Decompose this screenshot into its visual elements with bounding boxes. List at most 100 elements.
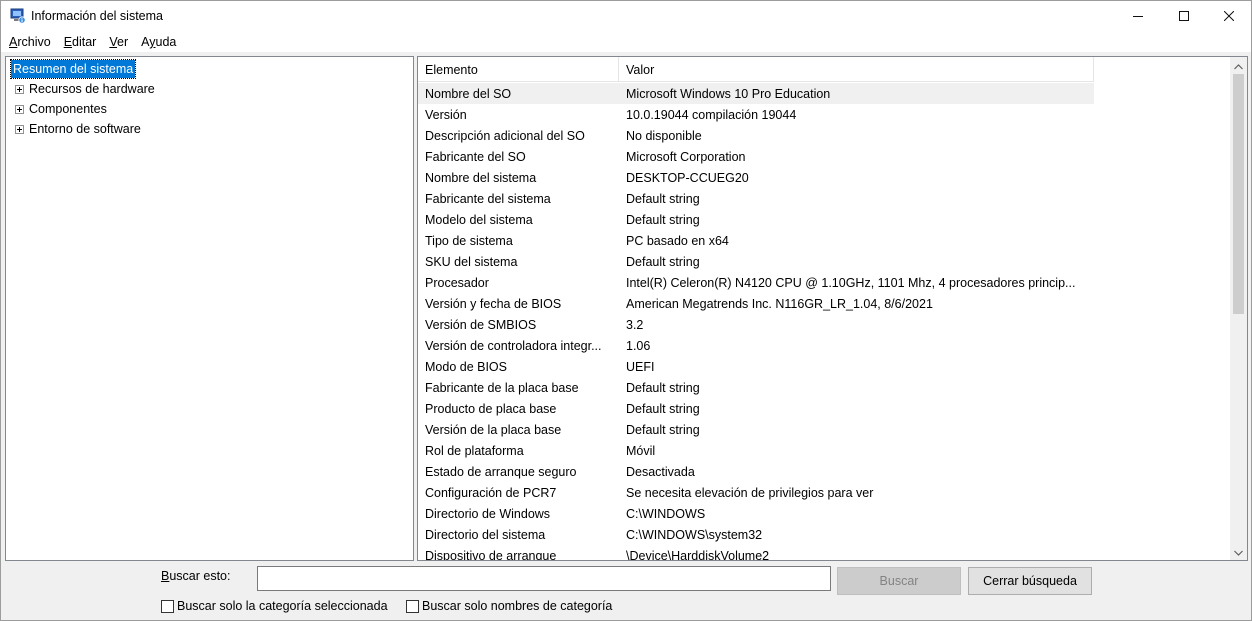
table-row[interactable]: Modo de BIOS UEFI <box>418 356 1094 377</box>
cell-elemento: Versión de la placa base <box>425 422 562 437</box>
table-row[interactable]: Versión de la placa base Default string <box>418 419 1094 440</box>
cell-valor: Default string <box>626 422 700 437</box>
cell-valor: 10.0.19044 compilación 19044 <box>626 107 797 122</box>
cell-valor: \Device\HarddiskVolume2 <box>626 548 770 561</box>
vertical-scrollbar[interactable] <box>1230 57 1247 560</box>
cell-valor: American Megatrends Inc. N116GR_LR_1.04,… <box>626 296 933 311</box>
cell-valor: Se necesita elevación de privilegios par… <box>626 485 874 500</box>
tree-item-label: Recursos de hardware <box>29 82 155 96</box>
table-row[interactable]: Configuración de PCR7 Se necesita elevaci… <box>418 482 1094 503</box>
details-list[interactable]: Elemento Valor Nombre del SO Microsoft Wi… <box>417 56 1248 561</box>
tree-item-recursos-de-hardware[interactable]: Recursos de hardware <box>15 80 155 98</box>
cell-valor: Default string <box>626 254 700 269</box>
scroll-down-button[interactable] <box>1230 543 1247 560</box>
cell-elemento: Estado de arranque seguro <box>425 464 577 479</box>
cell-valor: UEFI <box>626 359 655 374</box>
find-button[interactable]: Buscar <box>837 567 961 595</box>
scroll-up-button[interactable] <box>1230 57 1247 74</box>
search-category-names-label: Buscar solo nombres de categoría <box>422 599 613 613</box>
cell-elemento: Fabricante del SO <box>425 149 526 164</box>
cell-valor: C:\WINDOWS\system32 <box>626 527 763 542</box>
menu-editar[interactable]: Editar <box>64 35 97 49</box>
cell-valor: PC basado en x64 <box>626 233 729 248</box>
table-row[interactable]: Directorio del sistema C:\WINDOWS\system3… <box>418 524 1094 545</box>
category-tree[interactable]: Resumen del sistema Recursos de hardware… <box>5 56 414 561</box>
table-row[interactable]: Versión de SMBIOS 3.2 <box>418 314 1094 335</box>
cell-valor: C:\WINDOWS <box>626 506 706 521</box>
table-row[interactable]: Descripción adicional del SO No disponibl… <box>418 125 1094 146</box>
search-category-names-checkbox[interactable] <box>406 599 419 613</box>
column-header-valor[interactable]: Valor <box>619 57 1094 82</box>
window-title: Información del sistema <box>31 9 164 23</box>
maximize-button[interactable] <box>1161 1 1207 31</box>
table-row[interactable]: Producto de placa base Default string <box>418 398 1094 419</box>
table-row[interactable]: Tipo de sistema PC basado en x64 <box>418 230 1094 251</box>
close-icon <box>1224 11 1234 21</box>
tree-item-label: Componentes <box>29 102 107 116</box>
expand-icon[interactable] <box>15 84 24 94</box>
cell-elemento: Procesador <box>425 275 489 290</box>
cell-valor: Móvil <box>626 443 656 458</box>
list-rows: Nombre del SO Microsoft Windows 10 Pro Ed… <box>418 83 1229 561</box>
cell-elemento: Dispositivo de arranque <box>425 548 557 561</box>
table-row[interactable]: Directorio de Windows C:\WINDOWS <box>418 503 1094 524</box>
table-row[interactable]: Fabricante de la placa base Default strin… <box>418 377 1094 398</box>
table-row[interactable]: Nombre del sistema DESKTOP-CCUEG20 <box>418 167 1094 188</box>
cell-valor: DESKTOP-CCUEG20 <box>626 170 749 185</box>
search-input[interactable] <box>257 566 831 591</box>
cell-elemento: Fabricante de la placa base <box>425 380 579 395</box>
table-row[interactable]: Versión 10.0.19044 compilación 19044 <box>418 104 1094 125</box>
expand-icon[interactable] <box>15 124 24 134</box>
table-row[interactable]: Procesador Intel(R) Celeron(R) N4120 CPU … <box>418 272 1094 293</box>
cell-elemento: Versión y fecha de BIOS <box>425 296 562 311</box>
tree-item-componentes[interactable]: Componentes <box>15 100 107 118</box>
table-row[interactable]: Estado de arranque seguro Desactivada <box>418 461 1094 482</box>
cell-valor: 1.06 <box>626 338 651 353</box>
expand-icon[interactable] <box>15 104 24 114</box>
cell-elemento: Modo de BIOS <box>425 359 507 374</box>
cell-elemento: Configuración de PCR7 <box>425 485 557 500</box>
cell-elemento: Versión de SMBIOS <box>425 317 537 332</box>
tree-item-label: Entorno de software <box>29 122 141 136</box>
minimize-icon <box>1133 11 1143 21</box>
search-category-names-option[interactable]: Buscar solo nombres de categoría <box>406 599 612 613</box>
tree-item-resumen-del-sistema[interactable]: Resumen del sistema <box>9 59 137 79</box>
search-selected-category-checkbox[interactable] <box>161 599 174 613</box>
table-row[interactable]: Versión de controladora integr... 1.06 <box>418 335 1094 356</box>
table-row[interactable]: Dispositivo de arranque \Device\HarddiskV… <box>418 545 1094 561</box>
cell-valor: No disponible <box>626 128 702 143</box>
cell-elemento: Fabricante del sistema <box>425 191 551 206</box>
column-header-elemento[interactable]: Elemento <box>418 57 619 82</box>
cell-elemento: Rol de plataforma <box>425 443 524 458</box>
chevron-up-icon <box>1234 59 1243 73</box>
table-row[interactable]: Fabricante del SO Microsoft Corporation <box>418 146 1094 167</box>
table-row[interactable]: Nombre del SO Microsoft Windows 10 Pro Ed… <box>418 83 1094 104</box>
cell-elemento: Descripción adicional del SO <box>425 128 585 143</box>
cell-valor: Microsoft Windows 10 Pro Education <box>626 86 831 101</box>
table-row[interactable]: Versión y fecha de BIOS American Megatren… <box>418 293 1094 314</box>
cell-valor: Default string <box>626 212 700 227</box>
title-bar: Información del sistema <box>1 1 1251 32</box>
maximize-icon <box>1179 11 1189 21</box>
table-row[interactable]: Fabricante del sistema Default string <box>418 188 1094 209</box>
menu-ver[interactable]: Ver <box>109 35 128 49</box>
table-row[interactable]: Rol de plataforma Móvil <box>418 440 1094 461</box>
app-window: Información del sistema Archivo Editar V… <box>0 0 1252 621</box>
search-selected-category-option[interactable]: Buscar solo la categoría seleccionada <box>161 599 388 613</box>
minimize-button[interactable] <box>1115 1 1161 31</box>
table-row[interactable]: SKU del sistema Default string <box>418 251 1094 272</box>
cell-elemento: Producto de placa base <box>425 401 557 416</box>
table-row[interactable]: Modelo del sistema Default string <box>418 209 1094 230</box>
close-button[interactable] <box>1206 1 1252 31</box>
menu-archivo[interactable]: Archivo <box>9 35 51 49</box>
chevron-down-icon <box>1234 545 1243 559</box>
clear-search-button[interactable]: Cerrar búsqueda <box>968 567 1092 595</box>
cell-elemento: Versión de controladora integr... <box>425 338 602 353</box>
cell-valor: Default string <box>626 380 700 395</box>
list-header: Elemento Valor <box>418 57 1094 82</box>
menu-ayuda[interactable]: Ayuda <box>141 35 176 49</box>
tree-item-entorno-de-software[interactable]: Entorno de software <box>15 120 141 138</box>
cell-elemento: SKU del sistema <box>425 254 518 269</box>
scrollbar-thumb[interactable] <box>1233 74 1244 314</box>
menu-bar: Archivo Editar Ver Ayuda <box>1 32 1251 52</box>
